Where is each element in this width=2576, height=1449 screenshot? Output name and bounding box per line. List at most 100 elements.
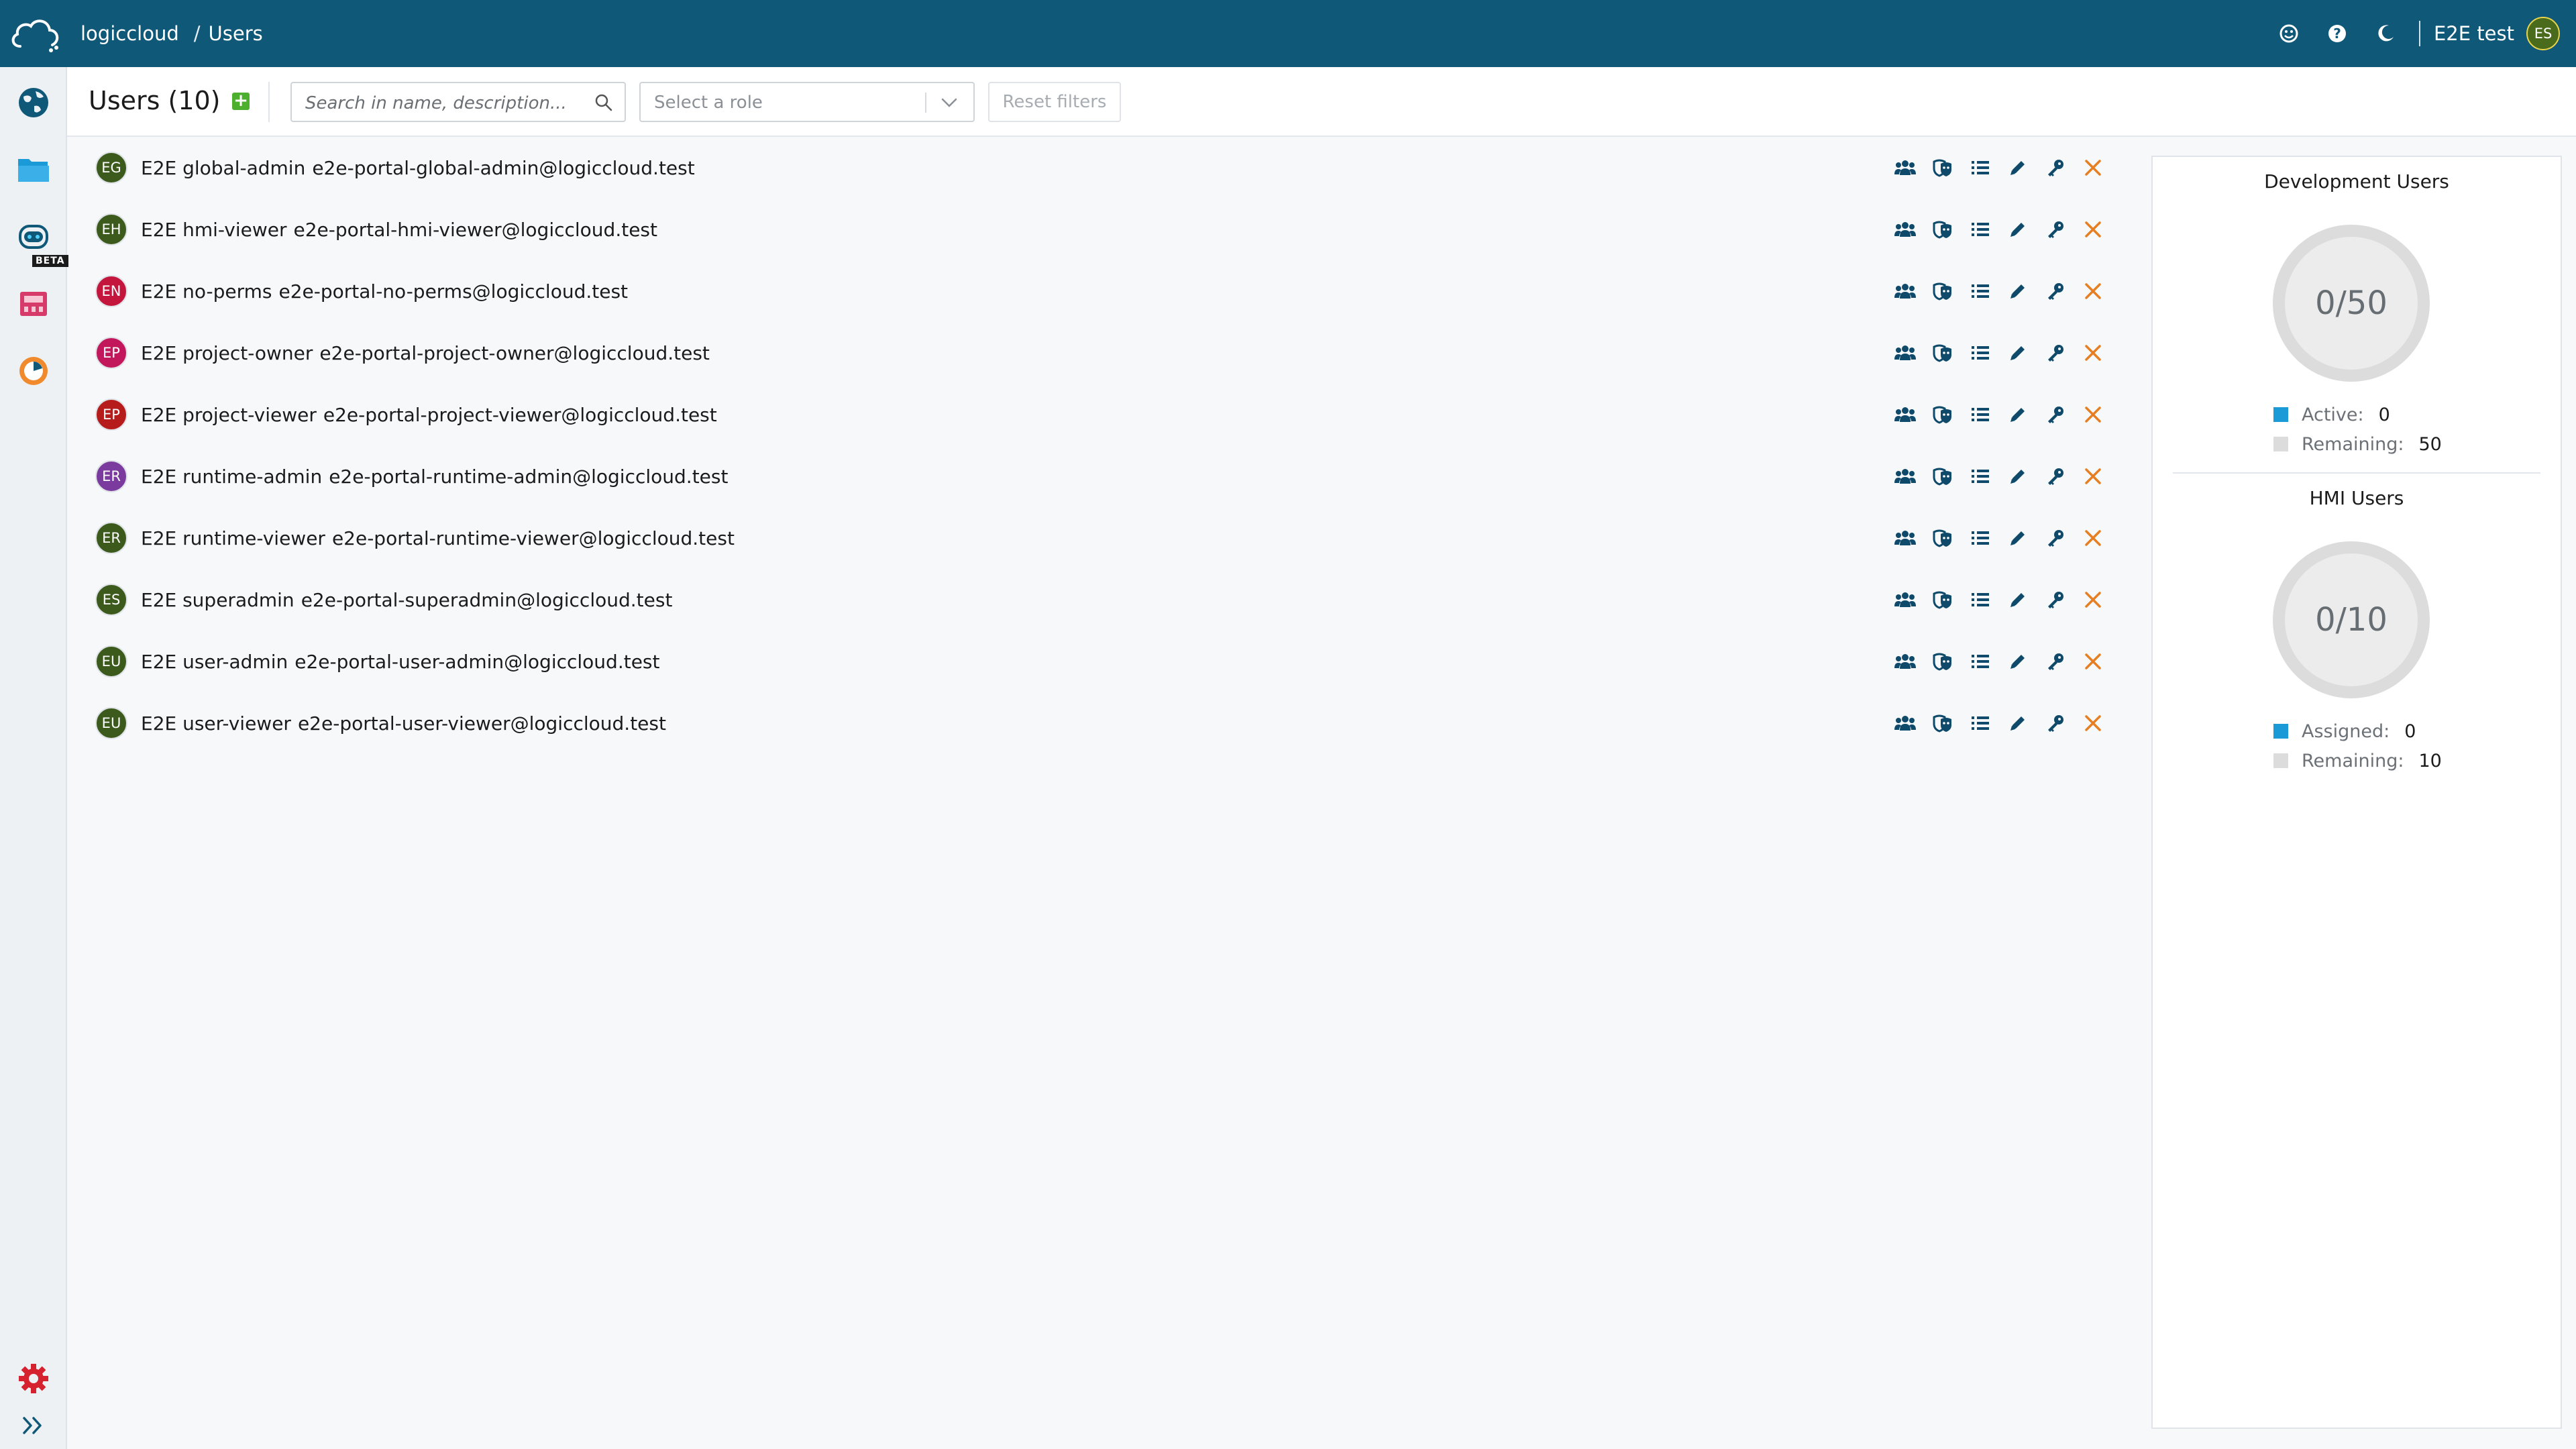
list-icon[interactable] [1968, 649, 1992, 674]
roles-icon[interactable] [1931, 156, 1955, 180]
groups-icon[interactable] [1893, 649, 1917, 674]
groups-icon[interactable] [1893, 341, 1917, 365]
user-name[interactable]: E2E test [2434, 22, 2514, 45]
roles-icon[interactable] [1931, 711, 1955, 735]
edit-icon[interactable] [2006, 588, 2030, 612]
remove-icon[interactable] [2081, 217, 2105, 241]
list-icon[interactable] [1968, 156, 1992, 180]
sidebar-item-projects[interactable] [0, 140, 67, 200]
key-icon[interactable] [2043, 341, 2068, 365]
remove-icon[interactable] [2081, 464, 2105, 488]
list-icon[interactable] [1968, 464, 1992, 488]
remove-icon[interactable] [2081, 526, 2105, 550]
settings-icon [19, 1364, 48, 1393]
groups-icon[interactable] [1893, 217, 1917, 241]
sidebar-item-monitoring[interactable] [0, 341, 67, 401]
key-icon[interactable] [2043, 464, 2068, 488]
roles-icon[interactable] [1931, 588, 1955, 612]
license-panel: Development Users 0/50 Active: 0 Remaini… [2151, 156, 2562, 1429]
key-icon[interactable] [2043, 217, 2068, 241]
table-row[interactable]: EP E2E project-owner e2e-portal-project-ow… [67, 322, 2147, 384]
user-avatar[interactable]: ES [2526, 17, 2560, 50]
role-select[interactable]: Select a role [639, 82, 975, 122]
sidebar-item-globe[interactable] [0, 72, 67, 133]
list-icon[interactable] [1968, 279, 1992, 303]
edit-icon[interactable] [2006, 649, 2030, 674]
table-row[interactable]: ER E2E runtime-admin e2e-portal-runtime-ad… [67, 445, 2147, 507]
roles-icon[interactable] [1931, 526, 1955, 550]
remove-icon[interactable] [2081, 341, 2105, 365]
groups-icon[interactable] [1893, 588, 1917, 612]
table-row[interactable]: EU E2E user-admin e2e-portal-user-admin@lo… [67, 631, 2147, 692]
roles-icon[interactable] [1931, 279, 1955, 303]
list-icon[interactable] [1968, 217, 1992, 241]
edit-icon[interactable] [2006, 464, 2030, 488]
sidebar-item-devices[interactable] [0, 274, 67, 334]
list-icon[interactable] [1968, 402, 1992, 427]
breadcrumb-home[interactable]: logiccloud [80, 22, 179, 45]
hmi-users-legend-remaining: Remaining: 10 [2273, 747, 2442, 774]
key-icon[interactable] [2043, 649, 2068, 674]
dark-mode-icon[interactable] [2371, 19, 2400, 48]
table-row[interactable]: EU E2E user-viewer e2e-portal-user-viewer@… [67, 692, 2147, 754]
remove-icon[interactable] [2081, 156, 2105, 180]
edit-icon[interactable] [2006, 341, 2030, 365]
table-row[interactable]: EH E2E hmi-viewer e2e-portal-hmi-viewer@lo… [67, 199, 2147, 260]
edit-icon[interactable] [2006, 217, 2030, 241]
key-icon[interactable] [2043, 279, 2068, 303]
remove-icon[interactable] [2081, 588, 2105, 612]
table-row[interactable]: EG E2E global-admin e2e-portal-global-admi… [67, 137, 2147, 199]
active-legend-swatch [2273, 407, 2288, 422]
reset-filters-button[interactable]: Reset filters [988, 82, 1121, 122]
list-icon[interactable] [1968, 588, 1992, 612]
assigned-legend-swatch [2273, 724, 2288, 739]
remove-icon[interactable] [2081, 649, 2105, 674]
feedback-icon[interactable] [2274, 19, 2304, 48]
roles-icon[interactable] [1931, 217, 1955, 241]
key-icon[interactable] [2043, 526, 2068, 550]
table-row[interactable]: ES E2E superadmin e2e-portal-superadmin@lo… [67, 569, 2147, 631]
roles-icon[interactable] [1931, 341, 1955, 365]
remove-icon[interactable] [2081, 402, 2105, 427]
remaining-legend-swatch [2273, 753, 2288, 768]
roles-icon[interactable] [1931, 649, 1955, 674]
list-icon[interactable] [1968, 341, 1992, 365]
remove-icon[interactable] [2081, 279, 2105, 303]
key-icon[interactable] [2043, 711, 2068, 735]
key-icon[interactable] [2043, 588, 2068, 612]
edit-icon[interactable] [2006, 279, 2030, 303]
groups-icon[interactable] [1893, 526, 1917, 550]
search-input[interactable] [304, 91, 588, 115]
groups-icon[interactable] [1893, 464, 1917, 488]
table-row[interactable]: ER E2E runtime-viewer e2e-portal-runtime-v… [67, 507, 2147, 569]
groups-icon[interactable] [1893, 402, 1917, 427]
list-icon[interactable] [1968, 711, 1992, 735]
edit-icon[interactable] [2006, 156, 2030, 180]
user-display-name: E2E user-viewer [141, 712, 291, 735]
chevron-down-icon[interactable] [940, 94, 959, 114]
edit-icon[interactable] [2006, 526, 2030, 550]
roles-icon[interactable] [1931, 464, 1955, 488]
groups-icon[interactable] [1893, 279, 1917, 303]
list-icon[interactable] [1968, 526, 1992, 550]
help-icon[interactable]: ? [2322, 19, 2352, 48]
table-row[interactable]: EP E2E project-viewer e2e-portal-project-v… [67, 384, 2147, 445]
remove-icon[interactable] [2081, 711, 2105, 735]
key-icon[interactable] [2043, 156, 2068, 180]
add-user-button[interactable]: + [232, 92, 250, 110]
roles-icon[interactable] [1931, 402, 1955, 427]
edit-icon[interactable] [2006, 402, 2030, 427]
sidebar-expand-button[interactable] [0, 1402, 67, 1449]
logiccloud-logo-icon[interactable] [3, 0, 67, 67]
user-label: E2E project-viewer e2e-portal-project-vie… [141, 404, 717, 426]
search-icon[interactable] [594, 93, 614, 115]
edit-icon[interactable] [2006, 711, 2030, 735]
row-actions [1893, 588, 2118, 612]
sidebar-item-settings[interactable] [0, 1348, 67, 1409]
groups-icon[interactable] [1893, 156, 1917, 180]
row-actions [1893, 711, 2118, 735]
sidebar-item-assistant[interactable]: BETA [0, 207, 68, 267]
key-icon[interactable] [2043, 402, 2068, 427]
table-row[interactable]: EN E2E no-perms e2e-portal-no-perms@logicc… [67, 260, 2147, 322]
groups-icon[interactable] [1893, 711, 1917, 735]
